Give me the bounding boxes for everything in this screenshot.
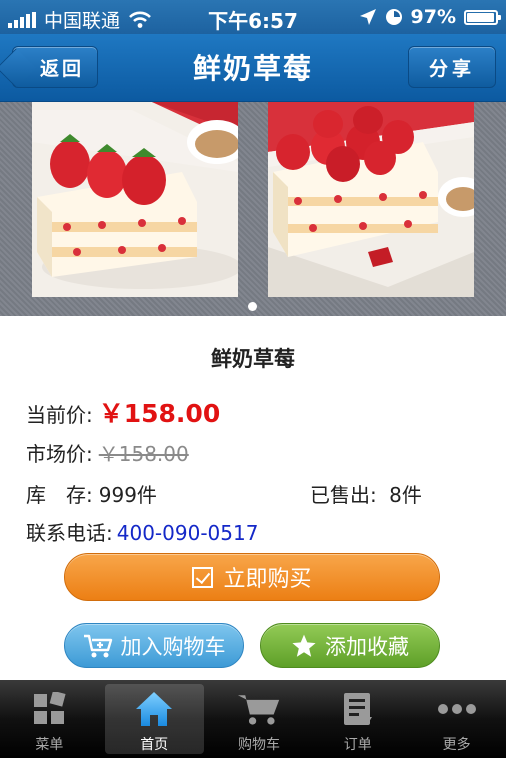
stock-label: 库 存: [26,483,93,507]
status-bar: 中国联通 下午6:57 97% [0,0,506,34]
order-icon [336,690,380,728]
clock-icon [385,9,402,25]
tab-menu-label: 菜单 [35,737,64,753]
current-price-label: 当前价: [26,403,93,427]
tab-menu[interactable]: 菜单 [0,680,99,758]
stock-value: 999件 [98,483,157,507]
cake-image-1 [32,102,238,297]
navigation-bar: 返回 鲜奶草莓 分享 [0,34,506,102]
battery-icon [464,9,501,25]
buy-now-button[interactable]: 立即购买 [64,553,440,601]
share-button[interactable]: 分享 [408,46,496,88]
add-to-cart-label: 加入购物车 [120,634,226,659]
tab-home[interactable]: 首页 [104,684,204,754]
product-photo-2[interactable] [268,102,474,297]
tab-orders[interactable]: 订单 [308,680,407,758]
tab-home-label: 首页 [140,737,169,753]
tab-cart[interactable]: 购物车 [210,680,309,758]
market-price-row: 市场价: ￥158.00 [26,438,189,467]
location-arrow-icon [359,9,376,25]
cake-image-2 [268,102,474,297]
product-name: 鲜奶草莓 [211,347,295,371]
add-favorite-button[interactable]: 添加收藏 [260,623,440,668]
add-favorite-label: 添加收藏 [325,634,409,659]
home-icon [132,690,176,728]
add-to-cart-button[interactable]: 加入购物车 [64,623,244,668]
tab-bar: 菜单 首页 购物车 订单 更多 [0,680,506,758]
phone-link[interactable]: 400-090-0517 [117,521,259,545]
tab-more-label: 更多 [442,737,471,753]
image-gallery[interactable] [0,102,506,316]
cart-plus-icon [83,634,112,657]
checkbox-icon [192,566,214,588]
market-price-label: 市场价: [26,442,93,466]
sold-label: 已售出: [310,483,377,507]
phone-row: 联系电话: 400-090-0517 [26,517,258,546]
battery-percent: 97% [410,6,456,28]
sold-row: 已售出: 8件 [310,479,422,508]
current-price: ￥158.00 [98,399,221,428]
battery-fill [467,12,495,22]
sold-value: 8件 [389,483,422,507]
product-photo-1[interactable] [32,102,238,297]
tab-more[interactable]: 更多 [407,680,506,758]
tab-orders-label: 订单 [343,737,372,753]
tab-cart-label: 购物车 [237,737,280,753]
cart-icon [237,690,281,728]
status-right: 97% [359,6,501,28]
page-indicator-dot [248,302,257,311]
star-icon [292,634,316,657]
current-price-row: 当前价: ￥158.00 [26,394,220,430]
grid-icon [27,690,71,728]
market-price: ￥158.00 [98,442,189,466]
more-icon [435,690,479,728]
buy-now-label: 立即购买 [223,567,312,592]
phone-label: 联系电话: [26,521,113,545]
stock-row: 库 存: 999件 [26,479,157,508]
